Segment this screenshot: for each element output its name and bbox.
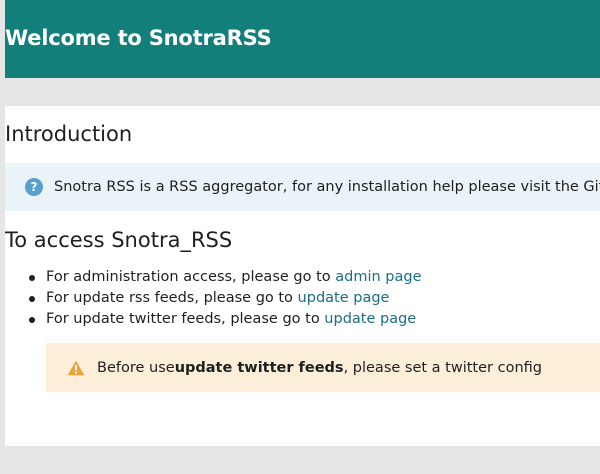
warning-text-before: Before use [97,359,175,376]
page: Welcome to SnotraRSS Introduction ? Snot… [0,0,600,474]
page-title: Welcome to SnotraRSS [5,26,272,50]
access-heading: To access Snotra_RSS [5,228,233,252]
access-list: For administration access, please go to … [5,267,422,330]
list-item-text: For administration access, please go to [46,269,336,285]
info-notice: ? Snotra RSS is a RSS aggregator, for an… [5,163,600,211]
bullet-icon [29,317,35,323]
list-item: For administration access, please go to … [5,267,422,288]
update-twitter-page-link[interactable]: update page [324,311,416,327]
warning-notice: Before use update twitter feeds, please … [46,343,600,392]
update-rss-page-link[interactable]: update page [298,290,390,306]
bullet-icon [29,296,35,302]
header-bar: Welcome to SnotraRSS [5,0,600,78]
warning-text-bold: update twitter feeds [174,359,344,376]
warning-triangle-icon [67,360,85,375]
introduction-heading: Introduction [5,122,133,146]
content-card: Introduction ? Snotra RSS is a RSS aggre… [5,106,600,446]
info-notice-text: Snotra RSS is a RSS aggregator, for any … [54,179,600,195]
admin-page-link[interactable]: admin page [335,269,421,285]
list-item: For update twitter feeds, please go to u… [5,309,422,330]
warning-text-after: , please set a twitter config [343,359,542,376]
bullet-icon [29,275,35,281]
question-circle-icon: ? [25,178,43,196]
list-item-text: For update twitter feeds, please go to [46,311,325,327]
list-item-text: For update rss feeds, please go to [46,290,298,306]
list-item: For update rss feeds, please go to updat… [5,288,422,309]
